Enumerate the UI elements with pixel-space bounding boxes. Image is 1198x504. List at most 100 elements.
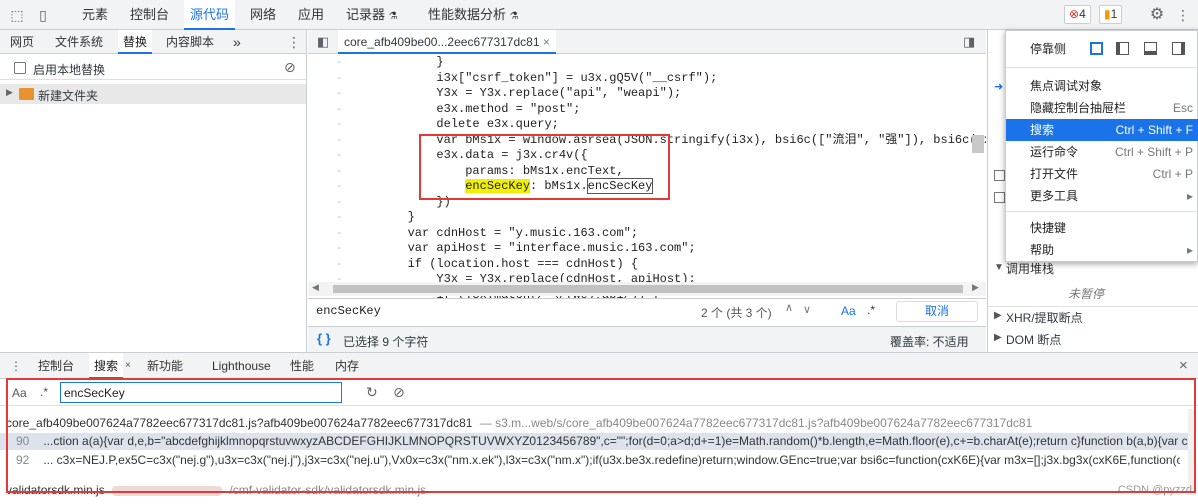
- diff-gutter-marker: -: [336, 196, 343, 209]
- code-line[interactable]: encSecKey: bMs1x.encSecKey: [350, 178, 654, 194]
- code-line[interactable]: }: [350, 55, 443, 70]
- menu-item-shortcut: Ctrl + P: [1152, 167, 1193, 181]
- xhr-arrow-icon[interactable]: ▶: [994, 310, 1002, 321]
- sidebar-checkbox-1[interactable]: [994, 170, 1005, 181]
- tab-recorder[interactable]: 记录器 ⚗: [346, 0, 398, 30]
- search-regex-toggle[interactable]: .*: [40, 385, 48, 399]
- file-tab-label: core_afb409be00...2eec677317dc81: [344, 35, 540, 49]
- code-line[interactable]: i3x["csrf_token"] = u3x.gQ5V("__csrf");: [350, 71, 717, 86]
- find-regex-toggle[interactable]: .*: [867, 303, 875, 317]
- code-line[interactable]: params: bMs1x.encText,: [350, 164, 623, 179]
- code-area[interactable]: - } - i3x["csrf_token"] = u3x.gQ5V("__csr…: [308, 55, 986, 305]
- toggle-navigator-icon[interactable]: ◧: [317, 34, 329, 50]
- drawer-menu-icon[interactable]: ⋮: [10, 359, 22, 373]
- dom-arrow-icon[interactable]: ▶: [994, 332, 1002, 343]
- drawer-tab-memory[interactable]: 内存: [335, 353, 359, 379]
- scroll-left-icon[interactable]: ◀: [312, 282, 319, 293]
- nav-tab-filesystem[interactable]: 文件系统: [55, 30, 103, 54]
- dock-undock-icon[interactable]: [1090, 42, 1103, 55]
- find-match-case-toggle[interactable]: Aa: [841, 304, 856, 318]
- find-prev-icon[interactable]: ∧: [785, 301, 793, 314]
- overrides-toolbar: 启用本地替换 ⊘: [0, 56, 306, 80]
- nav-more-tabs[interactable]: »: [233, 30, 241, 54]
- result-file-row[interactable]: validatorsdk.min.js /cmf-validator-sdk/v…: [6, 482, 806, 499]
- drawer-tab-console[interactable]: 控制台: [38, 353, 74, 379]
- drawer-tab-performance[interactable]: 性能: [290, 353, 314, 379]
- dom-breakpoints-header[interactable]: DOM 断点: [1006, 331, 1061, 348]
- nav-tab-page[interactable]: 网页: [10, 30, 34, 54]
- sidebar-checkbox-2[interactable]: [994, 192, 1005, 203]
- inspect-element-icon[interactable]: ⬚: [8, 6, 26, 24]
- results-scrollbar[interactable]: [1188, 409, 1196, 495]
- clear-search-icon[interactable]: ⊘: [393, 384, 405, 401]
- callstack-arrow-icon[interactable]: ▼: [994, 262, 1004, 273]
- dock-bottom-icon[interactable]: [1144, 42, 1157, 55]
- code-line[interactable]: }): [350, 195, 450, 210]
- find-cancel-button[interactable]: 取消: [896, 301, 978, 322]
- enable-overrides-checkbox[interactable]: [14, 62, 26, 74]
- callstack-header[interactable]: 调用堆栈: [1006, 260, 1054, 277]
- menu-item-hide-drawer[interactable]: 隐藏控制台抽屉栏 Esc: [1006, 97, 1198, 119]
- tab-elements[interactable]: 元素: [82, 0, 108, 30]
- search-match-case-toggle[interactable]: Aa: [12, 386, 27, 400]
- tab-performance-insights[interactable]: 性能数据分析 ⚗: [428, 0, 519, 30]
- nav-tab-overrides[interactable]: 替换: [118, 30, 153, 54]
- xhr-breakpoints-header[interactable]: XHR/提取断点: [1006, 309, 1083, 326]
- error-count-badge[interactable]: ⊗4: [1064, 5, 1091, 24]
- pretty-print-icon[interactable]: { }: [317, 331, 331, 346]
- dock-left-icon[interactable]: [1116, 42, 1129, 55]
- close-tab-icon[interactable]: ×: [543, 35, 550, 49]
- scroll-right-icon[interactable]: ▶: [972, 282, 979, 293]
- vertical-scrollbar[interactable]: [972, 135, 984, 153]
- warning-count-badge[interactable]: ▮1: [1099, 5, 1123, 24]
- diff-gutter-marker: -: [336, 165, 343, 178]
- code-line[interactable]: var apiHost = "interface.music.163.com";: [350, 241, 696, 256]
- tab-console[interactable]: 控制台: [130, 0, 169, 30]
- scrollbar-thumb[interactable]: [333, 285, 963, 293]
- clear-overrides-icon[interactable]: ⊘: [284, 59, 296, 76]
- override-folder-row[interactable]: ▶ 新建文件夹: [0, 84, 306, 104]
- code-line[interactable]: }: [350, 210, 415, 225]
- more-options-icon[interactable]: ⋮: [1174, 6, 1192, 24]
- menu-item-more-tools[interactable]: 更多工具 ▸: [1006, 185, 1198, 207]
- close-search-tab-icon[interactable]: ×: [125, 360, 131, 371]
- menu-item-shortcuts[interactable]: 快捷键: [1006, 217, 1198, 239]
- code-line[interactable]: var cdnHost = "y.music.163.com";: [350, 226, 638, 241]
- step-icon[interactable]: ➜: [994, 80, 1003, 93]
- drawer-tab-whats-new[interactable]: 新功能: [147, 353, 183, 379]
- nav-tab-content-scripts[interactable]: 内容脚本: [166, 30, 214, 54]
- result-match-row[interactable]: 90 ...ction a(a){var d,e,b="abcdefghijkl…: [0, 433, 1190, 450]
- nav-menu-icon[interactable]: ⋮: [287, 30, 301, 54]
- code-line[interactable]: if (location.host === cdnHost) {: [350, 257, 638, 272]
- find-input[interactable]: encSecKey: [316, 304, 381, 318]
- refresh-icon[interactable]: ↻: [366, 384, 378, 401]
- device-toolbar-icon[interactable]: ▯: [34, 6, 52, 24]
- menu-item-search[interactable]: 搜索 Ctrl + Shift + F: [1006, 119, 1198, 141]
- menu-item-label: 搜索: [1030, 123, 1055, 137]
- drawer-tab-search[interactable]: 搜索: [89, 353, 124, 379]
- find-next-icon[interactable]: ∨: [803, 303, 811, 316]
- drawer-tab-lighthouse[interactable]: Lighthouse: [212, 353, 271, 379]
- code-line[interactable]: e3x.data = j3x.cr4v({: [350, 148, 587, 163]
- menu-item-run-command[interactable]: 运行命令 Ctrl + Shift + P: [1006, 141, 1198, 163]
- code-line[interactable]: delete e3x.query;: [350, 117, 558, 132]
- close-drawer-icon[interactable]: ×: [1179, 357, 1188, 374]
- horizontal-scrollbar[interactable]: ◀ ▶: [308, 282, 986, 296]
- settings-gear-icon[interactable]: ⚙: [1148, 6, 1166, 24]
- dock-right-icon[interactable]: [1172, 42, 1185, 55]
- result-match-row[interactable]: 92 ... c3x=NEJ.P,ex5C=c3x("nej.g"),u3x=c…: [0, 452, 1180, 469]
- search-input[interactable]: encSecKey: [60, 382, 342, 403]
- code-line[interactable]: e3x.method = "post";: [350, 102, 580, 117]
- result-file-row[interactable]: core_afb409be007624a7782eec677317dc81.js…: [6, 415, 1186, 432]
- menu-item-help[interactable]: 帮助 ▸: [1006, 239, 1198, 261]
- file-tab[interactable]: core_afb409be00...2eec677317dc81 ×: [338, 30, 556, 54]
- tab-network[interactable]: 网络: [250, 0, 276, 30]
- toggle-debugger-icon[interactable]: ◨: [963, 34, 975, 50]
- code-line[interactable]: Y3x = Y3x.replace("api", "weapi");: [350, 86, 681, 101]
- tab-application[interactable]: 应用: [298, 0, 324, 30]
- tab-sources[interactable]: 源代码: [184, 0, 236, 30]
- code-line[interactable]: var bMs1x = window.asrsea(JSON.stringify…: [350, 133, 986, 148]
- menu-item-focus-debuggee[interactable]: 焦点调试对象: [1006, 75, 1198, 97]
- expand-arrow-icon[interactable]: ▶: [6, 87, 13, 98]
- menu-item-open-file[interactable]: 打开文件 Ctrl + P: [1006, 163, 1198, 185]
